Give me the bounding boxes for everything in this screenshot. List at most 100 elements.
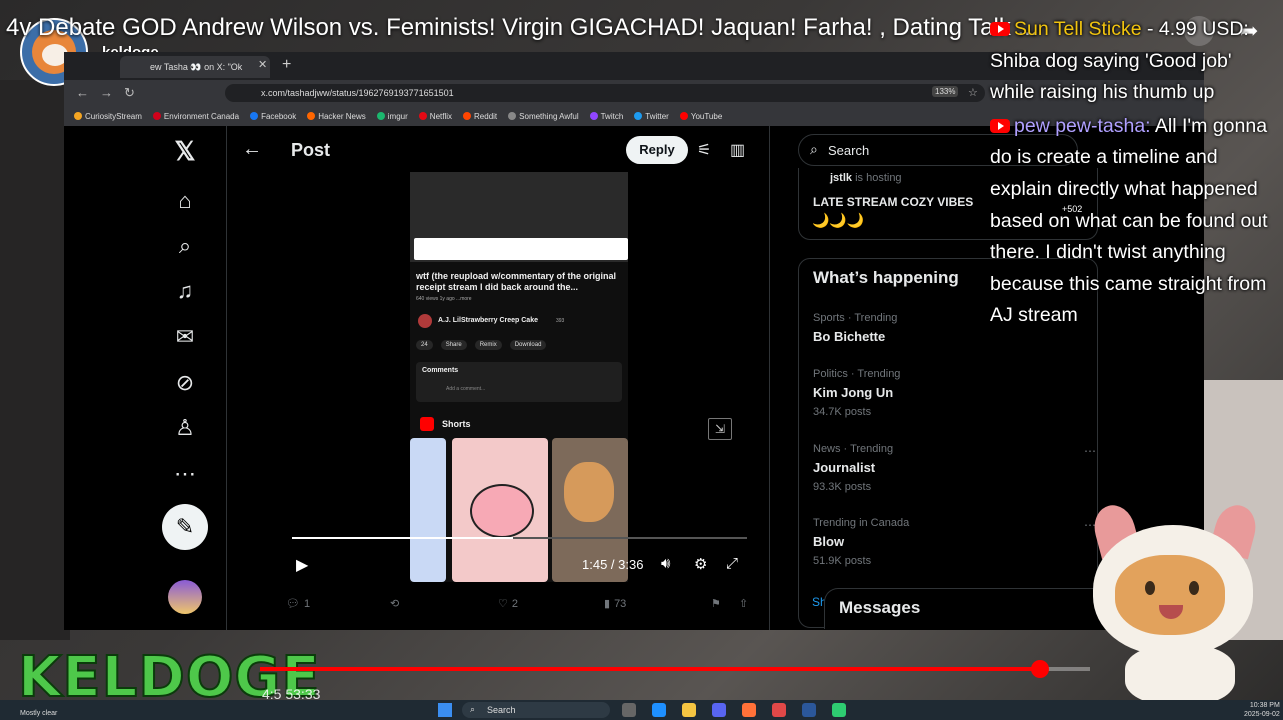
- volume-icon[interactable]: 🔊︎: [661, 555, 670, 572]
- views-icon: ▮: [604, 598, 611, 610]
- bookmark-item[interactable]: Twitter: [634, 112, 669, 121]
- x-logo-icon[interactable]: 𝕏: [170, 136, 200, 166]
- like-action[interactable]: ♡ 2: [498, 597, 518, 611]
- bookmark-item[interactable]: Environment Canada: [152, 111, 240, 121]
- windows-start-icon[interactable]: [438, 703, 452, 717]
- tab-close-icon[interactable]: ✕: [258, 58, 267, 71]
- address-bar[interactable]: x.com/tashadjww/status/19627691937716515…: [225, 84, 985, 102]
- reply-button[interactable]: Reply: [626, 136, 688, 164]
- repost-action[interactable]: ⟲: [390, 597, 403, 610]
- trend-posts: 93.3K posts: [813, 481, 872, 493]
- reload-icon[interactable]: ↻: [124, 85, 135, 101]
- share-post-icon[interactable]: ⇧: [739, 597, 748, 610]
- taskbar-search[interactable]: [462, 702, 610, 718]
- bookmark-label: Facebook: [261, 111, 297, 121]
- bookmark-item[interactable]: Hacker News: [307, 112, 366, 121]
- filter-icon[interactable]: ⚟: [697, 140, 711, 160]
- taskbar-clock[interactable]: 10:38 PM 2025-09-02: [1244, 701, 1280, 719]
- edge-icon[interactable]: [652, 703, 666, 717]
- bookmark-item[interactable]: YouTube: [679, 112, 722, 121]
- bookmark-favicon-icon: [307, 112, 316, 120]
- bookmark-favicon-icon: [74, 112, 82, 120]
- inner-video-title: wtf (the reupload w/commentary of the or…: [416, 271, 617, 292]
- bookmark-favicon-icon: [634, 112, 643, 120]
- views-action[interactable]: ▮ 73: [604, 597, 627, 611]
- chat-overlay: Sun Tell Sticke - 4.99 USD: Shiba dog sa…: [990, 14, 1280, 332]
- inner-channel-name: A.J. LilStrawberry Creep Cake: [438, 317, 538, 324]
- bookmark-item[interactable]: Netflix: [418, 111, 453, 121]
- fullscreen-icon[interactable]: ⤢: [726, 555, 738, 572]
- inner-comment-input: Add a comment...: [446, 386, 486, 392]
- bookmark-label: imgur: [387, 111, 408, 121]
- bookmark-item[interactable]: Twitch: [589, 112, 623, 121]
- firefox-icon[interactable]: [742, 703, 756, 717]
- notifications-icon[interactable]: ♫: [170, 276, 200, 306]
- inner-remix-label: Remix: [474, 340, 502, 350]
- bookmark-favicon-icon: [250, 112, 259, 120]
- expand-icon[interactable]: ⇲: [708, 418, 732, 440]
- home-icon[interactable]: ⌂: [170, 186, 200, 216]
- video-thumbnail-card: [414, 238, 628, 260]
- browser-tab[interactable]: ew Tasha 👀 on X: "Ok: [120, 56, 270, 78]
- trend-posts: 51.9K posts: [813, 555, 872, 567]
- forward-icon[interactable]: →: [100, 85, 113, 100]
- bookmark-item[interactable]: CuriosityStream: [74, 112, 142, 121]
- grok-icon[interactable]: ⊘: [170, 368, 200, 398]
- bookmark-favicon-icon: [679, 112, 688, 120]
- bookmark-icon[interactable]: ⚑: [711, 597, 721, 610]
- word-icon[interactable]: [802, 703, 816, 717]
- app-icon[interactable]: [832, 703, 846, 717]
- app-icon[interactable]: [772, 703, 786, 717]
- back-icon[interactable]: ←: [76, 85, 89, 100]
- new-tab-icon[interactable]: +: [282, 56, 291, 74]
- trend-name[interactable]: Kim Jong Un: [813, 385, 893, 400]
- account-avatar[interactable]: [168, 580, 202, 614]
- chat-author: pew pew-tasha:: [1014, 114, 1151, 137]
- trends-title: What’s happening: [813, 268, 959, 287]
- profile-icon[interactable]: ♙: [170, 413, 200, 443]
- compose-post-button[interactable]: ✎: [162, 504, 208, 550]
- post-back-icon[interactable]: ←: [242, 138, 262, 161]
- search-icon: ⌕: [470, 704, 476, 714]
- settings-icon[interactable]: ⚙: [694, 555, 707, 573]
- trend-name[interactable]: Blow: [813, 534, 844, 549]
- trend-more-icon[interactable]: ⋯: [1084, 444, 1096, 458]
- messages-label: Messages: [839, 598, 921, 617]
- mascot-avatar: [1085, 500, 1265, 705]
- trend-category: News · Trending: [813, 443, 894, 455]
- play-icon[interactable]: ▶: [296, 555, 308, 575]
- chat-message: Sun Tell Sticke - 4.99 USD: Shiba dog sa…: [990, 18, 1249, 104]
- view-count: 73: [614, 597, 627, 610]
- short-thumbnail: [410, 438, 446, 582]
- page-title: Post: [291, 140, 331, 160]
- chat-author: Sun Tell Sticke: [1014, 18, 1142, 40]
- bookmark-item[interactable]: Facebook: [250, 112, 296, 121]
- shorts-label: Shorts: [442, 419, 471, 429]
- reply-action[interactable]: 💬︎ 1: [286, 597, 310, 611]
- bookmark-label: Netflix: [429, 111, 453, 121]
- bookmark-item[interactable]: Something Awful: [508, 111, 579, 121]
- weather-widget[interactable]: Mostly clear: [20, 710, 57, 717]
- bookmark-favicon-icon: [152, 112, 161, 120]
- bookmark-label: Environment Canada: [163, 111, 240, 121]
- zoom-badge[interactable]: 133%: [932, 86, 959, 97]
- task-view-icon[interactable]: [622, 703, 636, 717]
- file-explorer-icon[interactable]: [682, 703, 696, 717]
- video-progress-fill: [292, 537, 514, 539]
- more-icon[interactable]: ⋯: [170, 459, 200, 489]
- reader-view-icon[interactable]: ▥: [730, 140, 745, 160]
- short-thumbnail: [452, 438, 548, 582]
- messages-icon[interactable]: ✉: [170, 322, 200, 352]
- bookmark-label: Something Awful: [519, 111, 579, 121]
- youtube-icon: [990, 22, 1010, 36]
- trend-posts: 34.7K posts: [813, 406, 872, 418]
- bookmark-item[interactable]: imgur: [376, 111, 408, 121]
- explore-icon[interactable]: ⌕: [170, 231, 200, 261]
- bookmark-star-icon[interactable]: ☆: [968, 86, 978, 99]
- live-title: LATE STREAM COZY VIBES: [813, 195, 974, 209]
- trend-name[interactable]: Bo Bichette: [813, 329, 885, 344]
- bookmark-item[interactable]: Reddit: [463, 112, 497, 121]
- inner-like-count: 24: [416, 340, 433, 350]
- discord-icon[interactable]: [712, 703, 726, 717]
- trend-name[interactable]: Journalist: [813, 460, 875, 475]
